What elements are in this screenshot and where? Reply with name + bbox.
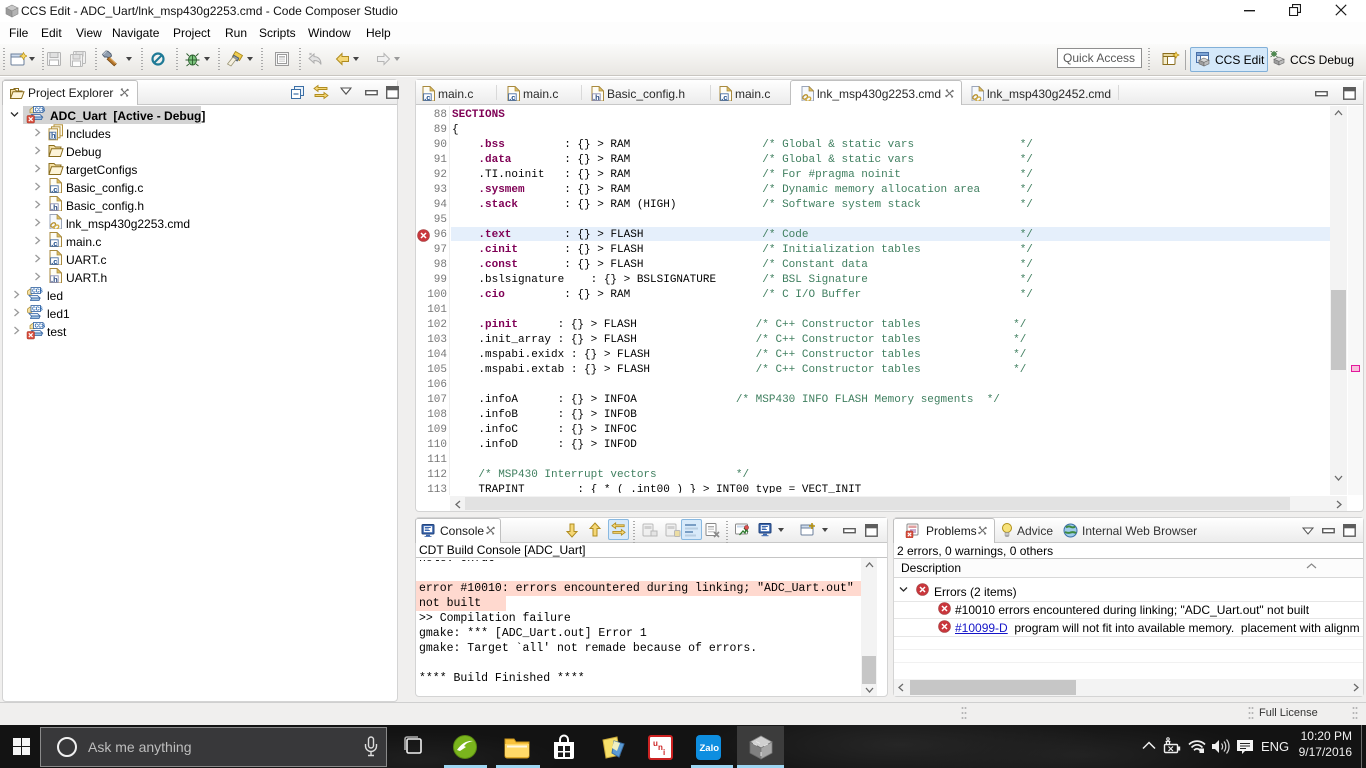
svg-text:CCS: CCS [35, 108, 45, 114]
svg-text:Zalo: Zalo [700, 743, 720, 754]
svg-text:.c: .c [51, 185, 57, 193]
svg-text:.h: .h [51, 203, 58, 211]
svg-text:.c: .c [51, 239, 57, 247]
svg-text:h: h [51, 131, 56, 140]
svg-text:CCS: CCS [35, 324, 45, 330]
svg-text:i: i [663, 748, 665, 757]
svg-text:.c: .c [509, 93, 515, 101]
svg-text:.c: .c [424, 93, 430, 101]
svg-text:.c: .c [721, 93, 727, 101]
svg-text:.c: .c [51, 257, 57, 265]
svg-text:CCS: CCS [32, 289, 43, 295]
svg-text:.h: .h [51, 275, 58, 283]
svg-text:CCS: CCS [32, 307, 43, 313]
svg-text:.h: .h [593, 93, 600, 101]
